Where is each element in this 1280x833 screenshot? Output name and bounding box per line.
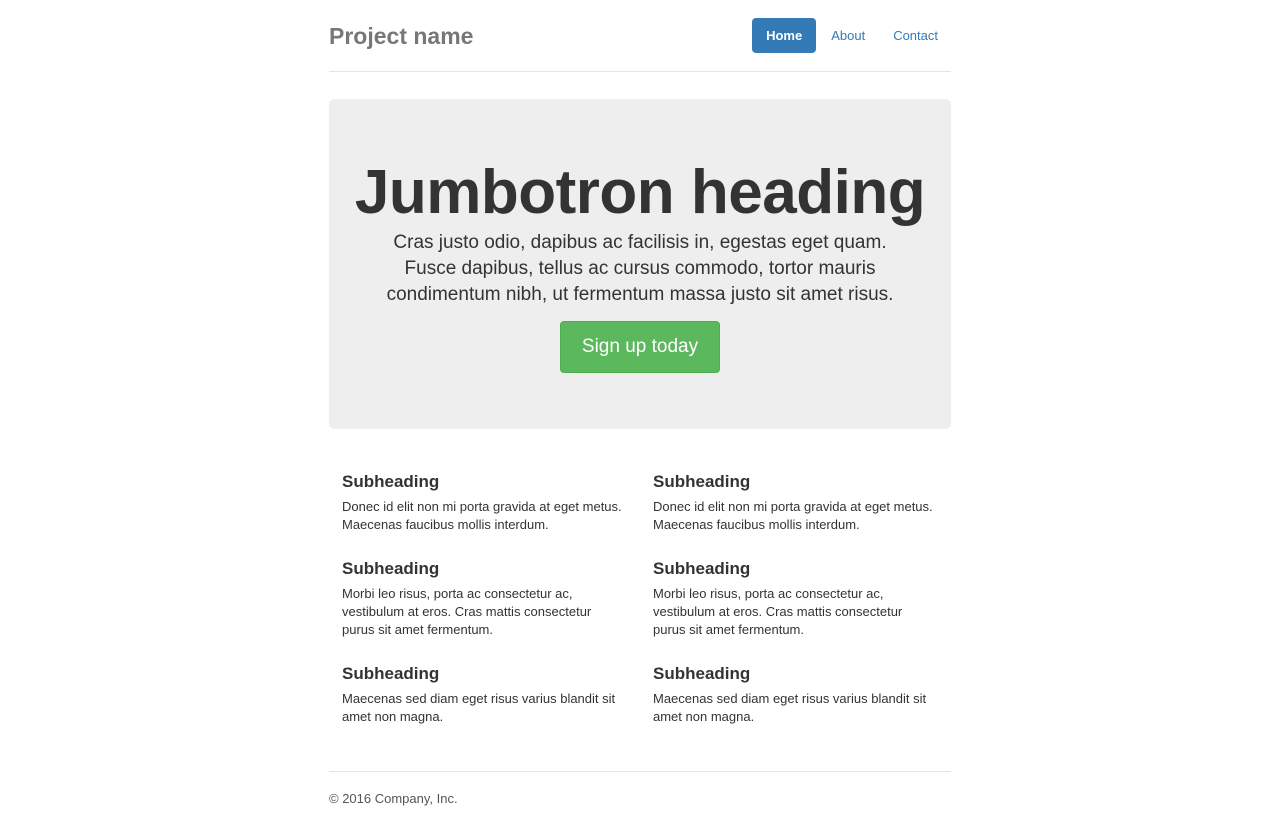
marketing-block: Subheading Donec id elit non mi porta gr… bbox=[653, 471, 938, 534]
footer-copyright: © 2016 Company, Inc. bbox=[329, 791, 458, 806]
nav-item-about: About bbox=[818, 18, 878, 53]
subheading: Subheading bbox=[342, 559, 440, 578]
main-nav: Home About Contact bbox=[750, 18, 951, 53]
brand-title: Project name bbox=[329, 23, 474, 49]
nav-item-contact: Contact bbox=[880, 18, 951, 53]
nav-item-home: Home bbox=[752, 18, 817, 53]
marketing-block: Subheading Morbi leo risus, porta ac con… bbox=[653, 558, 938, 639]
marketing-text: Maecenas sed diam eget risus varius blan… bbox=[653, 691, 927, 724]
marketing-block: Subheading Maecenas sed diam eget risus … bbox=[653, 663, 938, 726]
nav-link-contact[interactable]: Contact bbox=[880, 18, 951, 53]
nav-link-home[interactable]: Home bbox=[752, 18, 817, 53]
subheading: Subheading bbox=[342, 664, 440, 683]
jumbotron: Jumbotron heading Cras justo odio, dapib… bbox=[329, 99, 951, 429]
marketing-text: Morbi leo risus, porta ac consectetur ac… bbox=[653, 586, 903, 637]
marketing-block: Subheading Maecenas sed diam eget risus … bbox=[342, 663, 627, 726]
marketing-block: Subheading Morbi leo risus, porta ac con… bbox=[342, 558, 627, 639]
subheading: Subheading bbox=[653, 664, 751, 683]
subheading: Subheading bbox=[653, 472, 751, 491]
subheading: Subheading bbox=[342, 472, 440, 491]
marketing-text: Donec id elit non mi porta gravida at eg… bbox=[653, 499, 933, 532]
page-container: Project name Home About Contact Jumbotro… bbox=[329, 0, 951, 806]
site-header: Project name Home About Contact bbox=[329, 0, 951, 72]
marketing-block: Subheading Donec id elit non mi porta gr… bbox=[342, 471, 627, 534]
jumbotron-heading: Jumbotron heading bbox=[354, 158, 926, 227]
site-footer: © 2016 Company, Inc. bbox=[329, 771, 951, 808]
jumbotron-lead: Cras justo odio, dapibus ac facilisis in… bbox=[386, 232, 894, 305]
nav-link-about[interactable]: About bbox=[818, 18, 878, 53]
marketing-text: Donec id elit non mi porta gravida at eg… bbox=[342, 499, 622, 532]
subheading: Subheading bbox=[653, 559, 751, 578]
marketing-text: Maecenas sed diam eget risus varius blan… bbox=[342, 691, 616, 724]
sign-up-button[interactable]: Sign up today bbox=[560, 321, 720, 373]
marketing-text: Morbi leo risus, porta ac consectetur ac… bbox=[342, 586, 592, 637]
